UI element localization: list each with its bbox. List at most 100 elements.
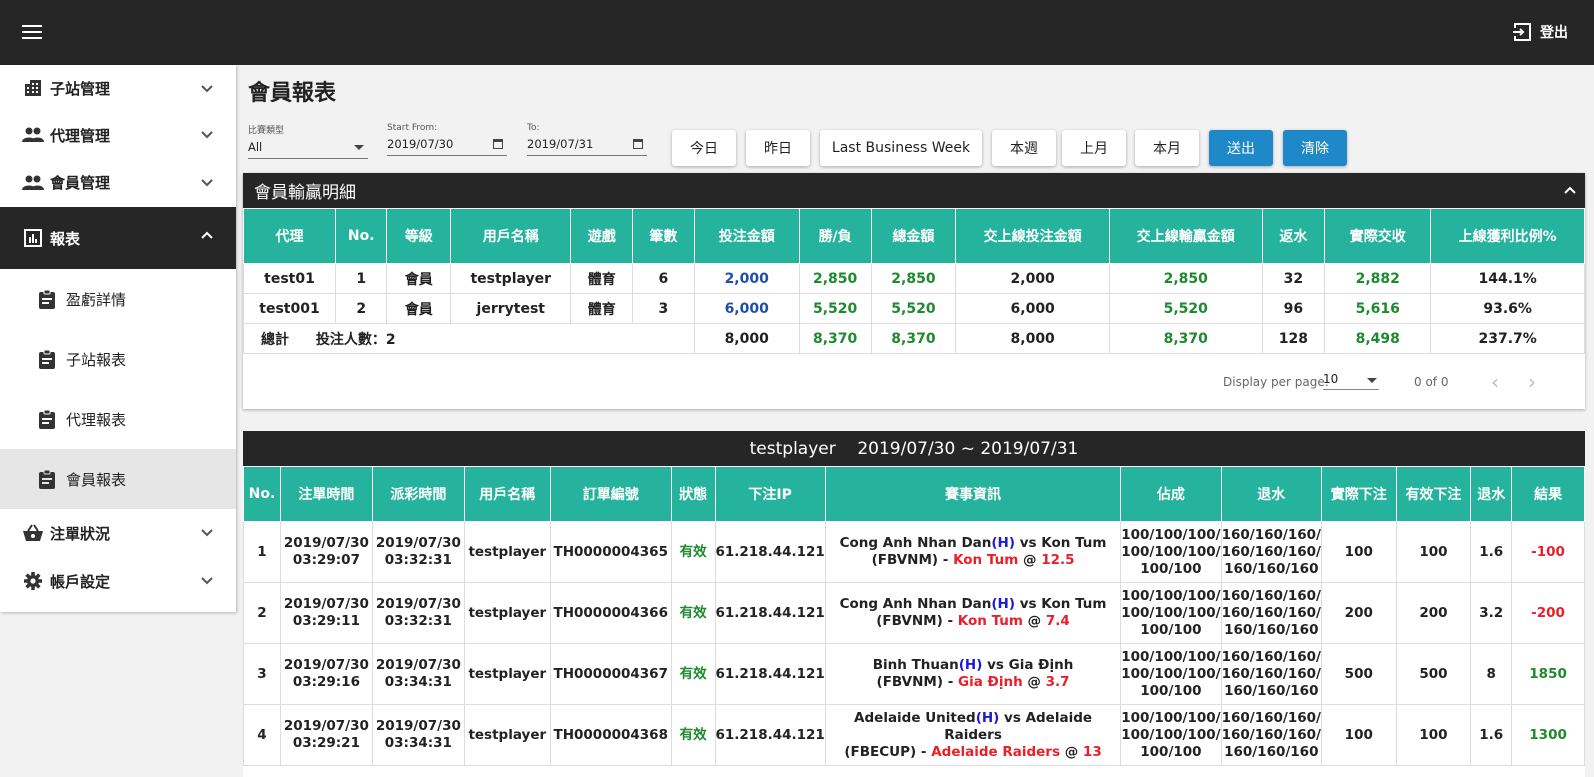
cell-result: 1300 [1511, 704, 1585, 766]
last-business-week-button[interactable]: Last Business Week [820, 130, 982, 166]
sidebar-item-member[interactable]: 會員管理 [0, 159, 236, 206]
cell-bet-time: 2019/07/30 03:29:16 [279, 643, 373, 705]
column-header: 遊戲 [570, 208, 634, 264]
payout-time: 03:32:31 [384, 552, 452, 568]
cell-share: 100/100/100/100/100/100/100/100 [1120, 643, 1222, 705]
cell-no: 3 [243, 643, 281, 705]
summary-panel-header: 會員輸贏明細 [243, 173, 1585, 208]
bet-detail-table: No. 注單時間 派彩時間 用戶名稱 訂單編號 狀態 下注IP 賽事資訊 佔成 … [243, 466, 1585, 766]
clipboard-icon [38, 288, 58, 310]
cell-order-no: TH0000004368 [549, 704, 672, 766]
odds: 12.5 [1041, 552, 1075, 568]
cell-status: 有效 [670, 582, 716, 644]
column-header: 訂單編號 [549, 466, 672, 522]
column-header: No. [334, 208, 388, 264]
pagination: Display per page: 10 0 of 0 ‹ › [243, 370, 1585, 400]
league: (FBVNM) - [876, 613, 958, 629]
summary-header-row: 代理 No. 等級 用戶名稱 遊戲 筆數 投注金額 勝/負 總金額 交上線投注金… [243, 208, 1585, 264]
chevron-up-icon [201, 231, 213, 239]
sidebar-item-account-settings[interactable]: 帳戶設定 [0, 557, 236, 605]
sidebar-item-label: 代理管理 [50, 126, 111, 145]
table-row[interactable]: 2 2019/07/30 03:29:11 2019/07/30 03:32:31 … [243, 582, 1585, 644]
chevron-right-icon[interactable]: › [1528, 370, 1536, 394]
share-line: 100/100 [1140, 682, 1202, 699]
chevron-up-icon[interactable] [1563, 184, 1577, 198]
dropdown-caret-icon [354, 145, 364, 150]
at-sign: @ [1060, 743, 1083, 760]
sidebar-item-reports[interactable]: 報表 [0, 207, 236, 269]
pick: Kon Tum [957, 613, 1023, 629]
cell-payout-time: 2019/07/30 03:34:31 [371, 643, 465, 705]
sidebar-subitem-member-report[interactable]: 會員報表 [0, 449, 236, 509]
bet-time: 03:29:21 [292, 735, 360, 751]
end-date-field[interactable]: To: 2019/07/31 [527, 123, 647, 156]
table-row[interactable]: 1 2019/07/30 03:29:07 2019/07/30 03:32:31 … [243, 521, 1585, 583]
calendar-icon[interactable] [633, 139, 643, 149]
cell-username: testplayer [463, 704, 551, 766]
share-line: 100/100 [1140, 560, 1202, 577]
calendar-icon[interactable] [493, 139, 503, 149]
column-header: 狀態 [670, 466, 716, 522]
column-header: 派彩時間 [371, 466, 465, 522]
submit-button[interactable]: 送出 [1209, 130, 1273, 166]
bet-date: 2019/07/30 [283, 718, 369, 734]
cell-rebate: 1.6 [1470, 521, 1513, 583]
this-month-button[interactable]: 本月 [1135, 130, 1199, 166]
column-header: 筆數 [632, 208, 695, 264]
cell-bet-time: 2019/07/30 03:29:07 [279, 521, 373, 583]
hamburger-menu-icon[interactable] [22, 25, 42, 41]
table-row[interactable]: 3 2019/07/30 03:29:16 2019/07/30 03:34:31 … [243, 643, 1585, 705]
cell-username[interactable]: jerrytest [450, 293, 572, 324]
per-page-value: 10 [1323, 372, 1339, 386]
cell-count: 3 [632, 293, 695, 324]
start-date-field[interactable]: Start From: 2019/07/30 [387, 123, 507, 156]
column-header: 等級 [386, 208, 452, 264]
sidebar-subitem-agent-report[interactable]: 代理報表 [0, 389, 236, 449]
cell-level: 會員 [386, 263, 452, 294]
table-row[interactable]: test001 2 會員 jerrytest 體育 3 6,000 5,520 … [243, 293, 1585, 324]
payout-date: 2019/07/30 [375, 596, 461, 612]
cell-actual-bet: 500 [1320, 643, 1397, 705]
chevron-down-icon [201, 131, 213, 139]
cell-rebate-rate: 160/160/160/160/160/160/160/160/160 [1220, 582, 1322, 644]
yesterday-button[interactable]: 昨日 [746, 130, 810, 166]
cell-payout-time: 2019/07/30 03:32:31 [371, 521, 465, 583]
column-header: 投注金額 [693, 208, 800, 264]
chevron-left-icon[interactable]: ‹ [1491, 370, 1499, 394]
sidebar-item-bet-status[interactable]: 注單狀況 [0, 509, 236, 557]
sidebar-item-substation[interactable]: 子站管理 [0, 65, 236, 111]
cell-username[interactable]: testplayer [450, 263, 572, 294]
sidebar-subitem-profit-detail[interactable]: 盈虧詳情 [0, 269, 236, 329]
rebate-line: 160/160/160 [1224, 682, 1319, 699]
per-page-select[interactable]: 10 [1323, 372, 1379, 390]
end-date-label: To: [527, 123, 540, 133]
sidebar-item-agent[interactable]: 代理管理 [0, 111, 236, 159]
cell-actual-bet: 100 [1320, 704, 1397, 766]
main-content: 會員報表 比賽類型 All Start From: 2019/07/30 To:… [236, 65, 1594, 777]
rebate-line: 160/160/160/ [1221, 604, 1321, 621]
summary-title: 會員輸贏明細 [254, 183, 356, 203]
sidebar-subitem-substation-report[interactable]: 子站報表 [0, 329, 236, 389]
odds: 3.7 [1045, 674, 1070, 690]
cell-share: 100/100/100/100/100/100/100/100 [1120, 704, 1222, 766]
logout-button[interactable]: 登出 [1512, 22, 1568, 42]
share-line: 100/100/100/ [1121, 526, 1221, 543]
table-row[interactable]: test01 1 會員 testplayer 體育 6 2,000 2,850 … [243, 263, 1585, 294]
column-header: No. [243, 466, 281, 522]
home-team: Adelaide United [854, 709, 976, 726]
cell-share: 100/100/100/100/100/100/100/100 [1120, 582, 1222, 644]
table-row[interactable]: 4 2019/07/30 03:29:21 2019/07/30 03:34:31 … [243, 704, 1585, 766]
last-month-button[interactable]: 上月 [1062, 130, 1126, 166]
column-header: 交上線投注金額 [955, 208, 1110, 264]
home-team: Cong Anh Nhan Dan [839, 535, 992, 551]
clear-button[interactable]: 清除 [1283, 130, 1347, 166]
cell-bet-time: 2019/07/30 03:29:21 [279, 704, 373, 766]
rebate-line: 160/160/160/ [1221, 648, 1321, 665]
cell-order-no: TH0000004366 [549, 582, 672, 644]
logout-label: 登出 [1540, 25, 1568, 41]
this-week-button[interactable]: 本週 [992, 130, 1056, 166]
today-button[interactable]: 今日 [672, 130, 736, 166]
game-type-select[interactable]: 比賽類型 All [248, 123, 368, 159]
sidebar-item-label: 子站管理 [50, 79, 111, 98]
cell-username: testplayer [463, 643, 551, 705]
